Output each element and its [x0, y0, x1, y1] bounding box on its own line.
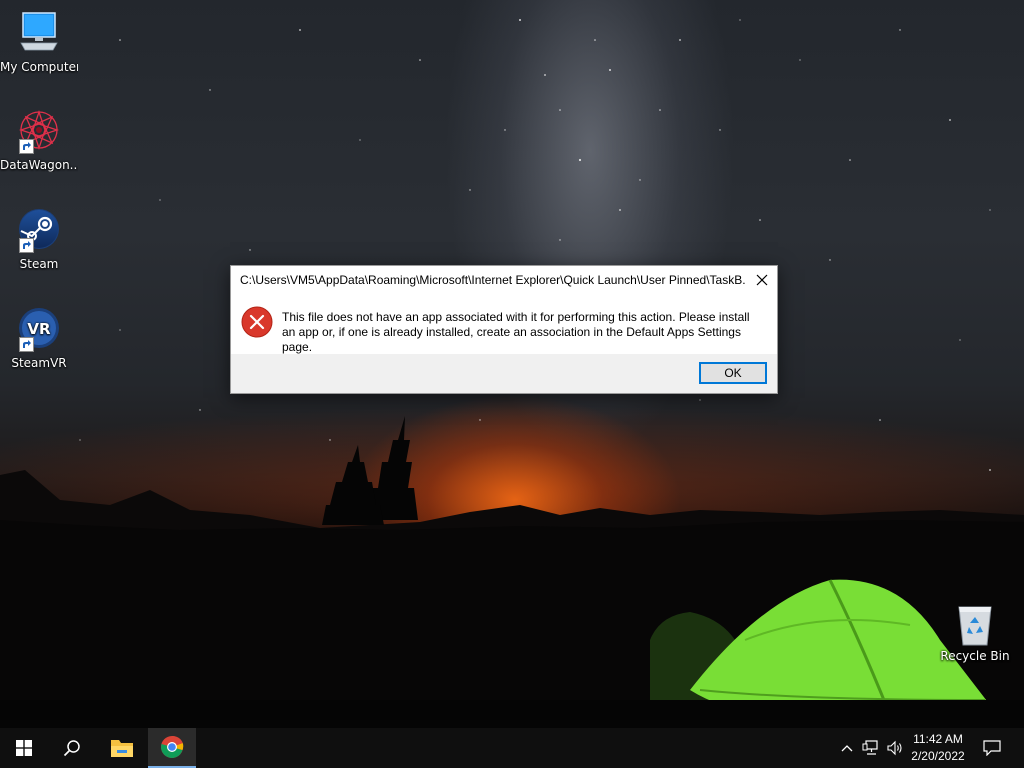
file-explorer-icon [111, 740, 133, 757]
dialog-titlebar[interactable]: C:\Users\VM5\AppData\Roaming\Microsoft\I… [231, 266, 777, 294]
dialog-close-button[interactable] [747, 266, 777, 294]
recycle-bin-icon [958, 606, 992, 646]
close-icon [756, 274, 768, 286]
shortcut-arrow-icon [19, 139, 34, 154]
desktop[interactable]: My Computer DataWagon... Steam VR SteamV… [0, 0, 1024, 768]
volume-icon [887, 740, 902, 756]
file-explorer-button[interactable] [98, 728, 146, 768]
network-icon [862, 740, 878, 755]
desktop-icon-datawagon[interactable]: DataWagon... [0, 108, 78, 172]
chrome-icon [161, 735, 184, 758]
error-icon [241, 306, 273, 338]
clock-date: 2/20/2022 [911, 749, 965, 763]
ok-button[interactable]: OK [699, 362, 767, 384]
desktop-icon-label: Steam [19, 257, 59, 271]
computer-icon [20, 12, 58, 51]
show-hidden-icons-button[interactable] [838, 728, 856, 768]
notification-icon [983, 740, 1001, 756]
shortcut-arrow-icon [19, 238, 34, 253]
dialog-footer: OK [231, 354, 777, 393]
desktop-icon-steamvr[interactable]: VR SteamVR [0, 306, 78, 370]
clock-time: 11:42 AM [913, 732, 963, 746]
desktop-icon-steam[interactable]: Steam [0, 207, 78, 271]
desktop-icon-label: My Computer [0, 60, 78, 74]
desktop-icon-label: Recycle Bin [940, 649, 1010, 663]
chevron-up-icon [841, 745, 853, 752]
svg-text:VR: VR [27, 320, 51, 338]
taskbar: 11:42 AM 2/20/2022 [0, 728, 1024, 768]
search-button[interactable] [48, 728, 96, 768]
error-dialog[interactable]: C:\Users\VM5\AppData\Roaming\Microsoft\I… [230, 265, 778, 394]
dialog-body: This file does not have an app associate… [231, 294, 777, 354]
desktop-icon-label: DataWagon... [0, 158, 78, 172]
desktop-icon-label: SteamVR [11, 356, 67, 370]
desktop-icon-my-computer[interactable]: My Computer [0, 10, 78, 74]
dialog-message: This file does not have an app associate… [282, 310, 750, 354]
taskbar-clock[interactable]: 11:42 AM 2/20/2022 [903, 731, 973, 765]
dialog-title: C:\Users\VM5\AppData\Roaming\Microsoft\I… [240, 273, 745, 287]
shortcut-arrow-icon [19, 337, 34, 352]
search-icon [63, 740, 80, 757]
desktop-icon-recycle-bin[interactable]: Recycle Bin [936, 603, 1014, 663]
start-button[interactable] [0, 728, 48, 768]
chrome-taskbar-button[interactable] [148, 728, 196, 768]
start-icon [16, 740, 32, 756]
action-center-button[interactable] [978, 728, 1006, 768]
network-button[interactable] [860, 728, 882, 768]
